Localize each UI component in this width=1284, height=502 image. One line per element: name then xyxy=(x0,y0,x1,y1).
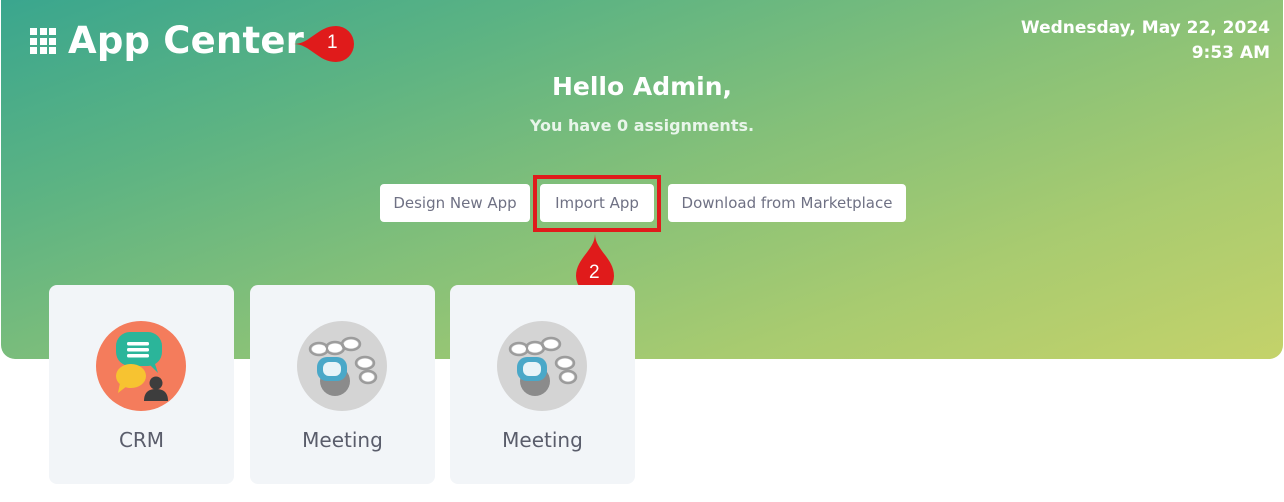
callout-1-shape xyxy=(294,26,354,62)
greeting-text: Hello Admin, xyxy=(551,72,733,101)
import-app-highlight xyxy=(533,175,661,232)
current-time: 9:53 AM xyxy=(1191,43,1270,63)
meeting-icon xyxy=(297,321,387,411)
page-title: App Center xyxy=(68,19,305,62)
download-marketplace-button[interactable]: Download from Marketplace xyxy=(668,184,906,222)
app-card-meeting-1[interactable]: Meeting xyxy=(250,285,435,484)
app-center-header: App Center xyxy=(30,18,304,64)
date-time-display: Wednesday, May 22, 2024 9:53 AM xyxy=(1021,16,1270,66)
app-grid-icon[interactable] xyxy=(30,28,56,54)
crm-icon xyxy=(96,321,186,411)
callout-2-number: 2 xyxy=(589,262,600,283)
current-date: Wednesday, May 22, 2024 xyxy=(1020,18,1270,38)
meeting-icon xyxy=(497,321,587,411)
app-name: CRM xyxy=(118,428,165,452)
app-name: Meeting xyxy=(502,428,583,452)
assignments-text: You have 0 assignments. xyxy=(529,116,755,135)
app-card-meeting-2[interactable]: Meeting xyxy=(450,285,635,484)
callout-1-number: 1 xyxy=(327,32,338,53)
callout-marker-1: 1 xyxy=(292,24,358,64)
app-card-crm[interactable]: CRM xyxy=(49,285,234,484)
design-new-app-button[interactable]: Design New App xyxy=(380,184,530,222)
app-name: Meeting xyxy=(302,428,383,452)
